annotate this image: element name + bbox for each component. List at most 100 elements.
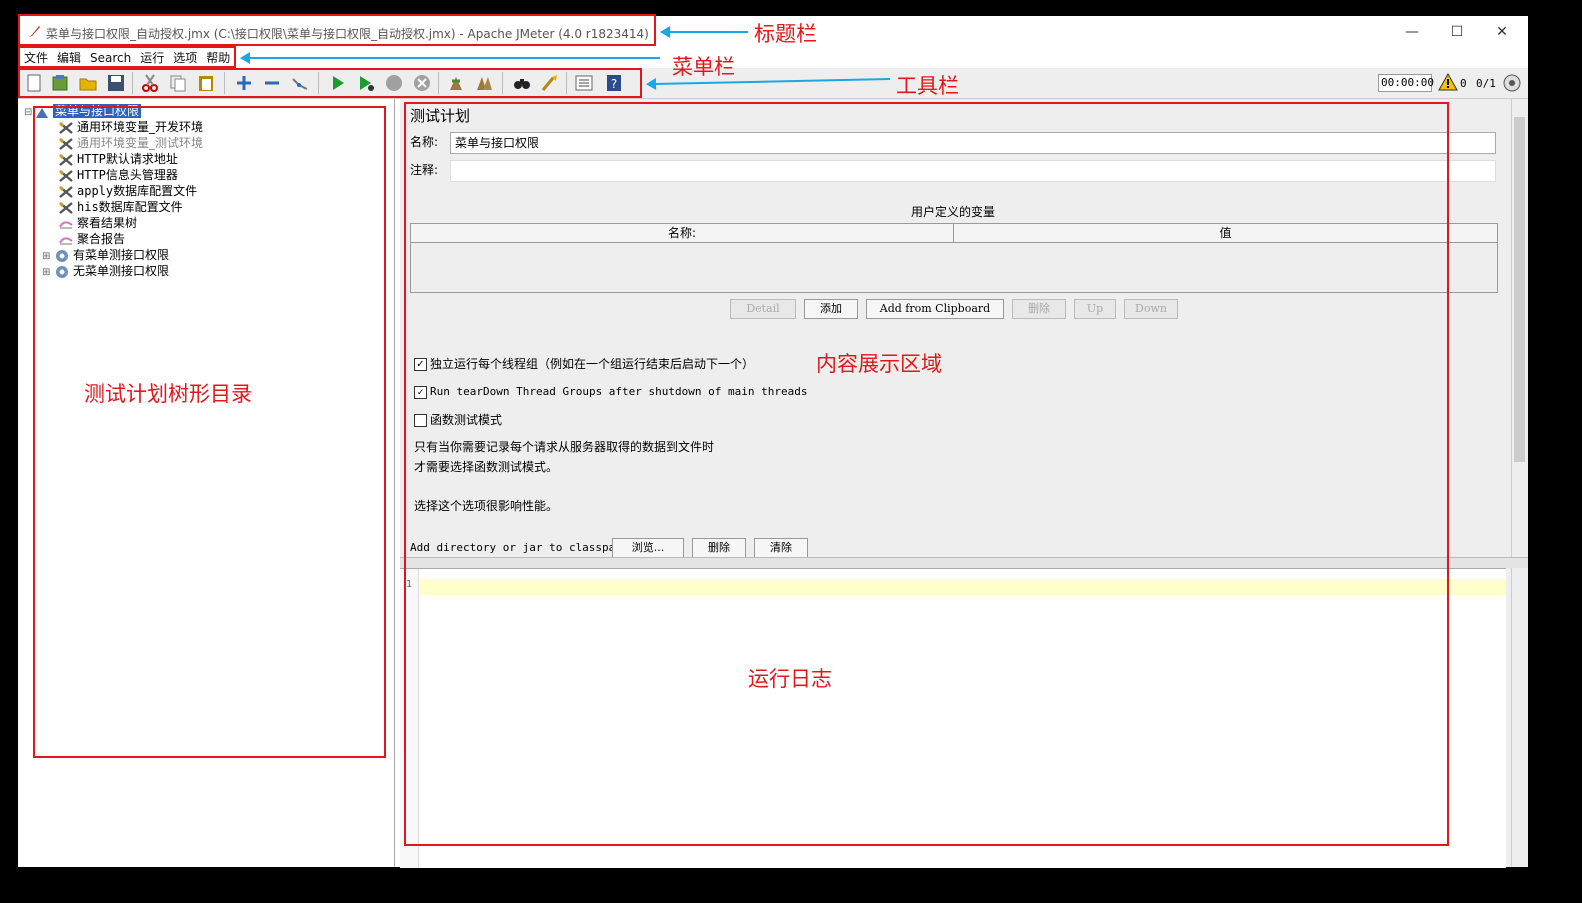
log-annotation: 运行日志 [748, 667, 832, 691]
open-icon[interactable] [78, 73, 98, 93]
listener-icon [59, 236, 73, 245]
remote-status-icon [1503, 74, 1521, 92]
browse-button[interactable]: 浏览... [612, 538, 684, 558]
tree-item[interactable]: 通用环境变量_测试环境 [58, 135, 203, 151]
tree-item[interactable]: HTTP默认请求地址 [58, 151, 178, 167]
new-icon[interactable] [24, 73, 44, 93]
config-icon [58, 121, 73, 134]
copy-icon[interactable] [168, 73, 188, 93]
jmeter-window: 菜单与接口权限_自动授权.jmx (C:\接口权限\菜单与接口权限_自动授权.j… [18, 16, 1528, 868]
tree-item[interactable]: his数据库配置文件 [58, 199, 183, 215]
help-icon[interactable]: ? [604, 73, 624, 93]
classpath-label: Add directory or jar to classpath [410, 541, 629, 554]
search-icon[interactable] [512, 73, 532, 93]
tree-root[interactable]: ⊟ 菜单与接口权限 [24, 103, 142, 121]
menu-search[interactable]: Search [90, 48, 131, 68]
toolbar-separator [438, 72, 439, 94]
thread-group-icon [56, 249, 68, 262]
maximize-button[interactable]: ☐ [1443, 22, 1471, 42]
collapse-toggle-icon[interactable]: ⊟ [24, 105, 34, 121]
checkbox-unchecked-icon [414, 414, 427, 427]
menu-edit[interactable]: 编辑 [57, 48, 81, 68]
log-viewer[interactable]: 1 [400, 568, 1506, 868]
warning-icon[interactable] [1438, 73, 1458, 91]
tree-item[interactable]: ⊞ 有菜单测接口权限 [42, 247, 169, 263]
run-groups-consecutively-checkbox[interactable]: ✓ 独立运行每个线程组（例如在一个组运行结束后启动下一个） [414, 355, 754, 373]
toggle-icon[interactable] [290, 73, 310, 93]
stop-icon[interactable] [384, 73, 404, 93]
col-header-name[interactable]: 名称: [411, 224, 954, 243]
templates-icon[interactable] [50, 73, 70, 93]
tree-root-label: 菜单与接口权限 [53, 104, 142, 118]
tree-item-label: 通用环境变量_开发环境 [77, 120, 204, 134]
col-header-value[interactable]: 值 [954, 224, 1497, 243]
tree-item[interactable]: 察看结果树 [58, 215, 137, 231]
toolbar-annotation: 工具栏 [896, 74, 959, 98]
delete-button[interactable]: 删除 [1012, 299, 1066, 319]
up-button[interactable]: Up [1074, 299, 1116, 319]
log-scrollbar[interactable] [1511, 568, 1528, 867]
collapse-all-icon[interactable] [262, 73, 282, 93]
minimize-button[interactable]: — [1398, 22, 1426, 42]
menubar-annotation: 菜单栏 [672, 55, 735, 79]
cut-icon[interactable] [140, 73, 160, 93]
log-gutter: 1 [400, 569, 419, 868]
clear-icon[interactable] [446, 73, 466, 93]
function-helper-icon[interactable] [574, 73, 594, 93]
thread-group-icon [56, 265, 68, 278]
elapsed-timer: 00:00:00 [1378, 74, 1434, 92]
split-divider[interactable] [400, 557, 1528, 568]
menu-help[interactable]: 帮助 [206, 48, 230, 68]
menu-run[interactable]: 运行 [140, 48, 164, 68]
teardown-after-shutdown-checkbox[interactable]: ✓ Run tearDown Thread Groups after shutdo… [414, 383, 808, 401]
tree-item[interactable]: 通用环境变量_开发环境 [58, 119, 203, 135]
detail-button[interactable]: Detail [730, 299, 796, 319]
close-button[interactable]: ✕ [1488, 22, 1516, 42]
functional-mode-checkbox[interactable]: 函数测试模式 [414, 411, 502, 429]
comment-input[interactable] [450, 160, 1496, 182]
tree-item-label: 有菜单测接口权限 [73, 248, 170, 262]
menu-options[interactable]: 选项 [173, 48, 197, 68]
config-icon [58, 153, 73, 166]
paste-icon[interactable] [196, 73, 216, 93]
active-threads: 0/1 [1476, 77, 1496, 90]
clear-all-icon[interactable] [474, 73, 494, 93]
start-no-pauses-icon[interactable] [356, 73, 376, 93]
toolbar: ? 00:00:00 0 0/1 [18, 68, 1528, 99]
functional-mode-note-1: 只有当你需要记录每个请求从服务器取得的数据到文件时 [414, 440, 715, 454]
add-button[interactable]: 添加 [804, 299, 858, 319]
config-icon [58, 137, 73, 150]
svg-text:?: ? [611, 77, 617, 91]
scrollbar-thumb[interactable] [1514, 117, 1525, 462]
expand-all-icon[interactable] [234, 73, 254, 93]
add-from-clipboard-button[interactable]: Add from Clipboard [866, 299, 1004, 319]
panel-scrollbar[interactable] [1511, 99, 1528, 557]
name-input[interactable]: 菜单与接口权限 [450, 132, 1496, 154]
tree-item[interactable]: ⊞ 无菜单测接口权限 [42, 263, 169, 279]
expand-toggle-icon[interactable]: ⊞ [42, 265, 54, 281]
performance-note: 选择这个选项很影响性能。 [414, 499, 559, 513]
config-icon [58, 185, 73, 198]
window-title: 菜单与接口权限_自动授权.jmx (C:\接口权限\菜单与接口权限_自动授权.j… [46, 27, 649, 41]
tree-item-label: apply数据库配置文件 [77, 184, 198, 198]
tree-item[interactable]: 聚合报告 [58, 231, 125, 247]
tree-item-label: 察看结果树 [77, 216, 138, 230]
reset-search-icon[interactable] [540, 73, 560, 93]
warning-count: 0 [1460, 77, 1467, 90]
save-icon[interactable] [106, 73, 126, 93]
classpath-delete-button[interactable]: 删除 [692, 538, 746, 558]
start-icon[interactable] [328, 73, 348, 93]
menu-file[interactable]: 文件 [24, 48, 48, 68]
test-plan-icon [36, 107, 48, 118]
tree-item[interactable]: apply数据库配置文件 [58, 183, 197, 199]
panel-heading: 测试计划 [410, 107, 471, 125]
checkbox-checked-icon: ✓ [414, 358, 427, 371]
config-icon [58, 169, 73, 182]
tree-item-label: HTTP默认请求地址 [77, 152, 178, 166]
tree-annotation: 测试计划树形目录 [84, 382, 252, 406]
classpath-clear-button[interactable]: 清除 [754, 538, 808, 558]
tree-item[interactable]: HTTP信息头管理器 [58, 167, 178, 183]
toolbar-separator [224, 72, 225, 94]
down-button[interactable]: Down [1124, 299, 1178, 319]
shutdown-icon[interactable] [412, 73, 432, 93]
